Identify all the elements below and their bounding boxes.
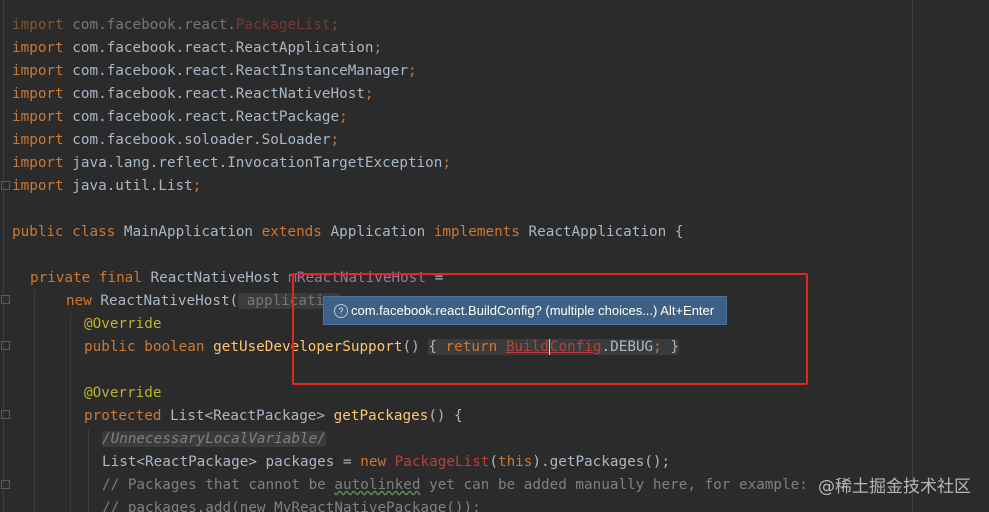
code-line: import com.facebook.react.PackageList; bbox=[12, 17, 340, 33]
code-line: import com.facebook.react.ReactNativeHos… bbox=[12, 86, 374, 102]
code-line: @Override bbox=[84, 316, 162, 332]
indent-guide bbox=[88, 428, 89, 512]
code-line: // packages.add(new MyReactNativePackage… bbox=[102, 500, 481, 512]
code-line: import com.facebook.react.ReactInstanceM… bbox=[12, 63, 417, 79]
highlight-box bbox=[292, 273, 808, 385]
code-line: // Packages that cannot be autolinked ye… bbox=[102, 477, 808, 493]
import-suggestion-tooltip[interactable]: ? com.facebook.react.BuildConfig? (multip… bbox=[323, 296, 727, 325]
indent-guide bbox=[70, 313, 71, 512]
fold-marker[interactable] bbox=[1, 480, 10, 489]
code-line: import com.facebook.react.ReactApplicati… bbox=[12, 40, 383, 56]
code-editor[interactable]: import com.facebook.react.PackageList; i… bbox=[0, 0, 989, 512]
fold-marker[interactable] bbox=[1, 181, 10, 190]
code-line: protected List<ReactPackage> getPackages… bbox=[84, 408, 463, 424]
right-margin-guide bbox=[912, 0, 913, 512]
gutter bbox=[3, 0, 4, 512]
code-line: import java.util.List; bbox=[12, 178, 202, 194]
code-line: import java.lang.reflect.InvocationTarge… bbox=[12, 155, 451, 171]
code-line: import com.facebook.soloader.SoLoader; bbox=[12, 132, 340, 148]
fold-marker[interactable] bbox=[1, 341, 10, 350]
question-icon: ? bbox=[334, 303, 348, 318]
tooltip-text: com.facebook.react.BuildConfig? (multipl… bbox=[351, 303, 715, 318]
code-line: public class MainApplication extends App… bbox=[12, 224, 684, 240]
code-line: /UnnecessaryLocalVariable/ bbox=[102, 431, 326, 447]
indent-guide bbox=[34, 290, 35, 512]
code-line: List<ReactPackage> packages = new Packag… bbox=[102, 454, 671, 470]
fold-marker[interactable] bbox=[1, 295, 10, 304]
code-line: import com.facebook.react.ReactPackage; bbox=[12, 109, 348, 125]
code-line: @Override bbox=[84, 385, 162, 401]
fold-marker[interactable] bbox=[1, 410, 10, 419]
watermark: @稀土掘金技术社区 bbox=[818, 477, 971, 497]
